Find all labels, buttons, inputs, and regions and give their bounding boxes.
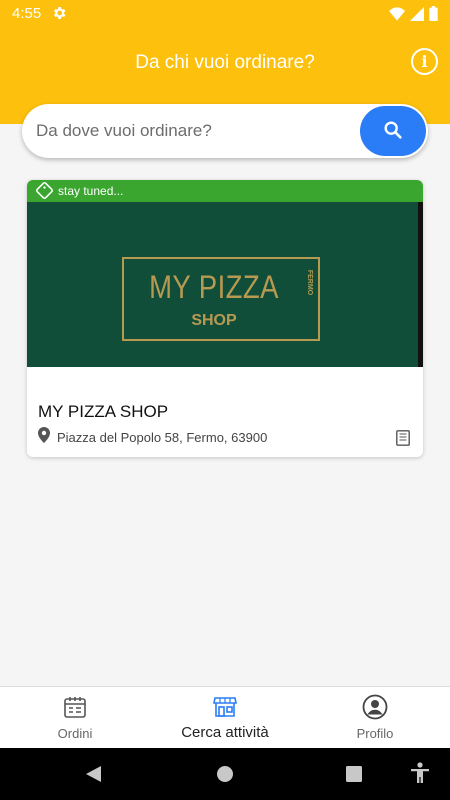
- bottom-nav: Ordini Cerca attività Profilo: [0, 686, 450, 748]
- store-icon: [212, 694, 238, 720]
- menu-book-icon[interactable]: [396, 430, 410, 451]
- tab-label-cerca-attivita: Cerca attività: [181, 724, 269, 741]
- profile-icon: [362, 694, 388, 720]
- signal-icon: [410, 6, 424, 26]
- shop-name: MY PIZZA SHOP: [38, 402, 169, 421]
- address-text: Piazza del Popolo 58, Fermo, 63900: [57, 430, 268, 445]
- shop-address: Piazza del Popolo 58, Fermo, 63900: [38, 427, 267, 448]
- back-icon[interactable]: [84, 765, 102, 788]
- wifi-icon: [389, 6, 405, 26]
- recents-icon[interactable]: [346, 766, 362, 787]
- info-icon[interactable]: i: [411, 48, 438, 75]
- location-pin-icon: [38, 427, 50, 448]
- logo-side-text: FERMO: [305, 269, 313, 296]
- tab-label-profilo: Profilo: [356, 726, 394, 741]
- shop-card[interactable]: stay tuned... MY PIZZA SHOP FERMO MY PIZ…: [27, 180, 423, 457]
- search-icon: [382, 119, 404, 144]
- tab-label-ordini: Ordini: [57, 726, 93, 741]
- search-bar: [22, 104, 428, 158]
- tab-profilo[interactable]: Profilo: [300, 687, 450, 749]
- gear-icon: [51, 5, 67, 26]
- tag-icon: [36, 182, 53, 204]
- logo-sub-text: SHOP: [191, 312, 237, 329]
- shop-logo-image: MY PIZZA SHOP FERMO: [27, 202, 423, 367]
- status-bar: 4:55: [0, 0, 450, 28]
- tab-cerca-attivita[interactable]: Cerca attività: [150, 687, 300, 749]
- logo-main-text: MY PIZZA: [149, 269, 279, 305]
- status-time: 4:55: [12, 5, 42, 22]
- system-navigation-bar: [0, 748, 450, 800]
- logo-frame: MY PIZZA SHOP FERMO: [122, 257, 320, 341]
- search-input[interactable]: [36, 104, 356, 158]
- orders-icon: [62, 694, 88, 720]
- badge-text: stay tuned...: [58, 184, 124, 198]
- battery-icon: [429, 6, 438, 26]
- accessibility-icon[interactable]: [410, 762, 430, 789]
- image-edge: [418, 202, 423, 367]
- tab-ordini[interactable]: Ordini: [0, 687, 150, 749]
- search-button[interactable]: [360, 106, 426, 156]
- page-title: Da chi vuoi ordinare?: [135, 52, 315, 73]
- status-badge: stay tuned...: [27, 180, 423, 202]
- home-icon[interactable]: [216, 765, 234, 788]
